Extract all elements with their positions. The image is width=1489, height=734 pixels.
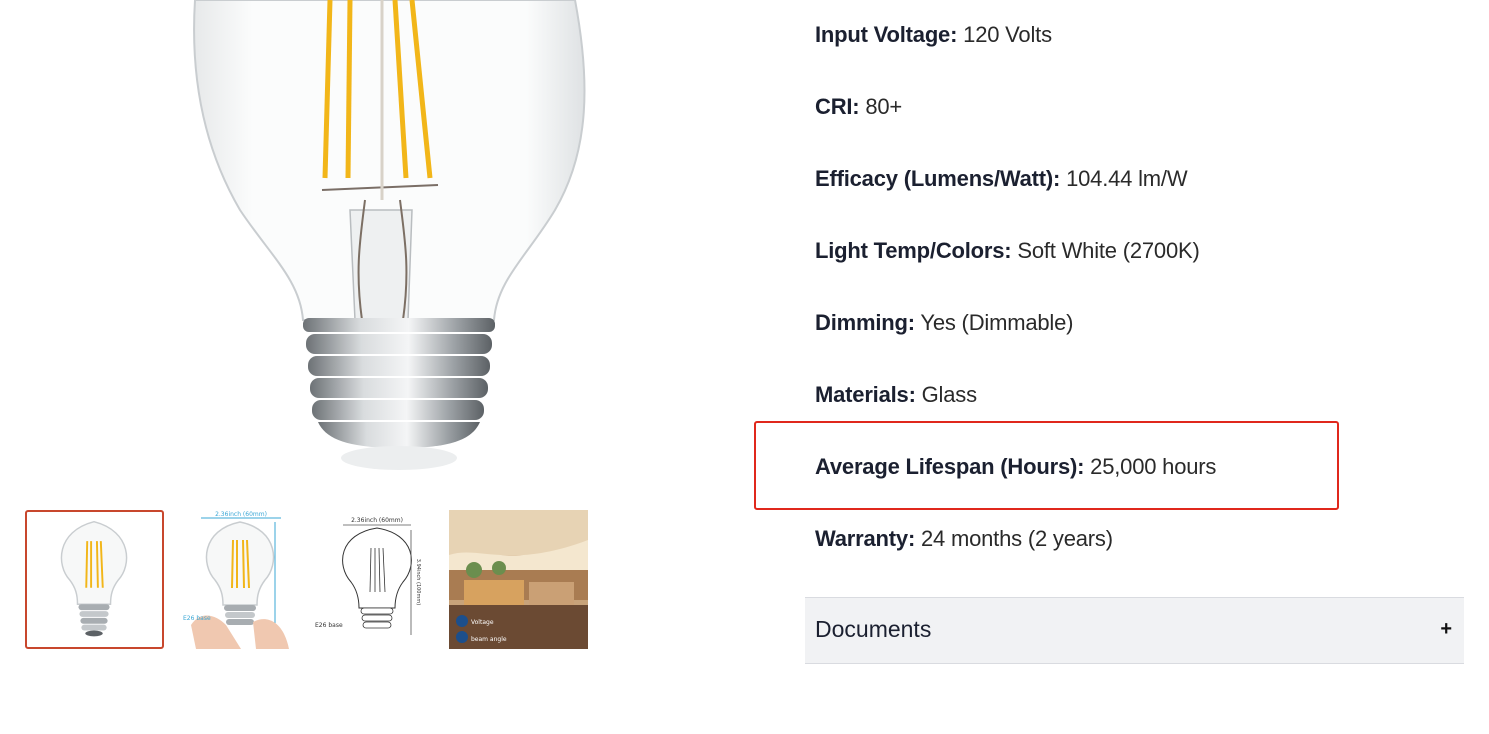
spec-light-temp: Light Temp/Colors: Soft White (2700K) xyxy=(815,236,1200,266)
spec-value: 104.44 lm/W xyxy=(1066,166,1188,191)
accordion-title: Documents xyxy=(815,616,932,642)
thumbnail-1[interactable] xyxy=(25,510,164,649)
spec-value: 24 months (2 years) xyxy=(921,526,1113,551)
thumbnail-voltage-text: Voltage xyxy=(471,619,494,626)
thumbnail-base-text: E26 base xyxy=(315,622,343,629)
spec-input-voltage: Input Voltage: 120 Volts xyxy=(815,20,1052,50)
thumbnail-2[interactable]: 2.36inch (60mm) E26 base xyxy=(171,510,310,649)
thumbnail-height-text: 3.94inch (100mm) xyxy=(415,559,421,605)
thumbnail-dimension-text: 2.36inch (60mm) xyxy=(351,517,403,524)
spec-key: CRI: xyxy=(815,94,860,119)
spec-key: Warranty: xyxy=(815,526,916,551)
plus-icon[interactable]: + xyxy=(1440,618,1452,641)
spec-warranty: Warranty: 24 months (2 years) xyxy=(815,524,1113,554)
spec-key: Input Voltage: xyxy=(815,22,958,47)
product-main-image[interactable] xyxy=(150,0,620,480)
bulb-line-drawing-thumbnail-icon: 2.36inch (60mm) 3.94inch (100mm) E26 bas… xyxy=(315,517,421,635)
spec-value: Soft White (2700K) xyxy=(1017,238,1200,263)
spec-key: Light Temp/Colors: xyxy=(815,238,1012,263)
bulb-photo-thumbnail-icon xyxy=(60,520,128,637)
filament-bulb-image xyxy=(193,0,586,470)
thumbnail-dimension-text: 2.36inch (60mm) xyxy=(215,511,267,518)
spec-value: Glass xyxy=(921,382,977,407)
highlight-box xyxy=(754,421,1339,510)
spec-value: 120 Volts xyxy=(963,22,1052,47)
spec-efficacy: Efficacy (Lumens/Watt): 104.44 lm/W xyxy=(815,164,1188,194)
spec-value: 80+ xyxy=(865,94,903,119)
spec-value: Yes (Dimmable) xyxy=(920,310,1074,335)
spec-dimming: Dimming: Yes (Dimmable) xyxy=(815,308,1073,338)
thumbnail-base-text: E26 base xyxy=(183,615,211,622)
thumbnail-beam-angle-text: beam angle xyxy=(471,636,507,643)
restaurant-interior-thumbnail-icon: Voltage beam angle xyxy=(449,510,588,649)
spec-key: Materials: xyxy=(815,382,916,407)
spec-cri: CRI: 80+ xyxy=(815,92,902,122)
bulb-in-hand-dimensions-thumbnail-icon: 2.36inch (60mm) E26 base xyxy=(183,511,289,649)
spec-key: Dimming: xyxy=(815,310,915,335)
thumbnail-4[interactable]: Voltage beam angle xyxy=(449,510,588,649)
spec-key: Efficacy (Lumens/Watt): xyxy=(815,166,1061,191)
documents-accordion[interactable]: Documents + xyxy=(805,597,1464,664)
spec-materials: Materials: Glass xyxy=(815,380,977,410)
thumbnail-3[interactable]: 2.36inch (60mm) 3.94inch (100mm) E26 bas… xyxy=(311,510,450,649)
